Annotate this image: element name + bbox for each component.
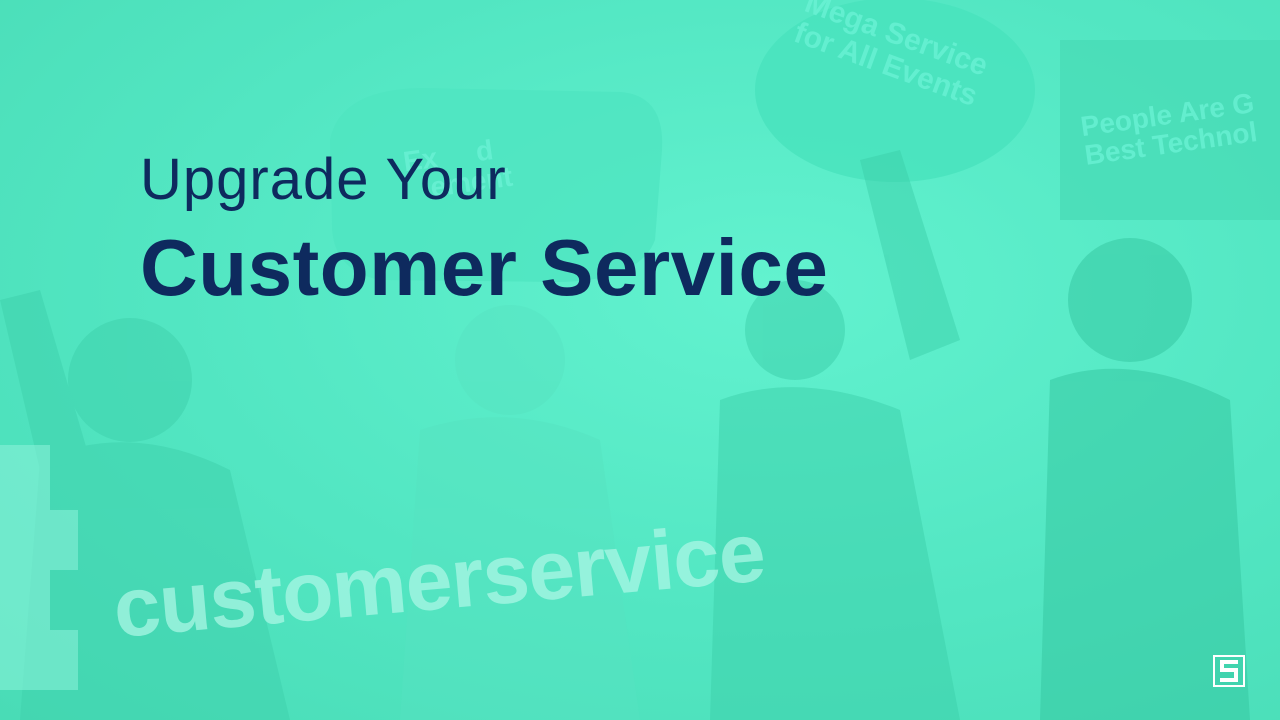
headline-line-2: Customer Service <box>140 223 829 312</box>
person-right <box>1040 238 1250 720</box>
person-center-left <box>400 305 640 720</box>
headline-line-1: Upgrade Your <box>140 147 507 212</box>
slide: Mega Service for All Events People Are G… <box>0 0 1280 720</box>
s-logo-icon <box>1213 655 1245 687</box>
